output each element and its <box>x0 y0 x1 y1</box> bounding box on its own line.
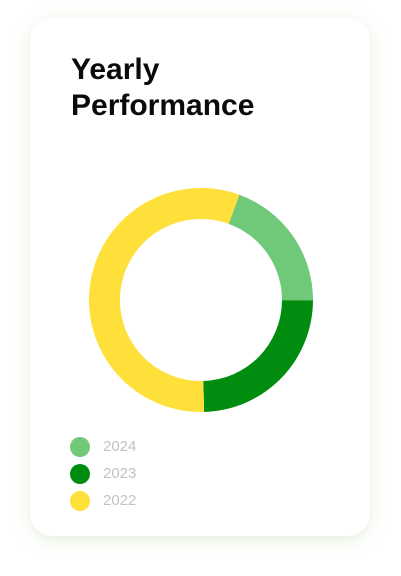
legend-swatch-2023 <box>70 463 90 484</box>
donut-slice-2022[interactable] <box>89 188 240 412</box>
legend-item-2023[interactable]: 2023 <box>70 460 136 487</box>
legend-label-2023: 2023 <box>103 465 137 482</box>
chart-title-line-1: Yearly <box>71 53 160 86</box>
chart-title: Yearly Performance <box>71 52 351 124</box>
legend-label-2024: 2024 <box>103 438 137 455</box>
chart-card: Yearly Performance 2024 2023 2022 <box>30 18 370 536</box>
chart-title-line-2: Performance <box>71 89 255 122</box>
chart-legend: 2024 2023 2022 <box>70 433 136 514</box>
legend-swatch-2022 <box>70 490 90 511</box>
donut-chart <box>89 188 313 412</box>
legend-item-2024[interactable]: 2024 <box>70 433 136 460</box>
legend-label-2022: 2022 <box>103 492 137 509</box>
legend-item-2022[interactable]: 2022 <box>70 487 136 514</box>
legend-swatch-2024 <box>70 436 90 457</box>
donut-slice-2023[interactable] <box>203 300 313 412</box>
donut-slice-2024[interactable] <box>228 194 313 301</box>
